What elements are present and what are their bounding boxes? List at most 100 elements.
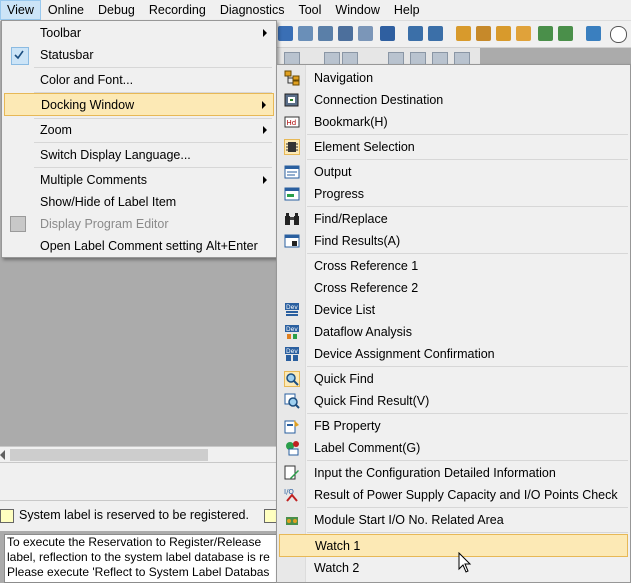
menu-diagnostics[interactable]: Diagnostics	[213, 0, 292, 20]
menu-item-label: Quick Find	[314, 372, 374, 386]
quick-find-result-icon	[284, 393, 300, 409]
submenu-arrow-icon	[263, 176, 267, 184]
toolbar-icon[interactable]	[428, 26, 443, 41]
menu-recording[interactable]: Recording	[142, 0, 213, 20]
menu-item-label: Output	[314, 165, 352, 179]
submenu-arrow-icon	[263, 29, 267, 37]
toolbar-icon[interactable]	[476, 26, 491, 41]
menu-separator	[307, 253, 628, 254]
menu-item-fb-property[interactable]: FB Property	[279, 415, 628, 437]
toolbar-icon[interactable]	[516, 26, 531, 41]
checkmark-icon	[11, 47, 29, 65]
toolbar-icon[interactable]	[586, 26, 601, 41]
menu-item-module-start-io[interactable]: Module Start I/O No. Related Area	[279, 509, 628, 531]
menu-item-toolbar[interactable]: Toolbar	[4, 22, 274, 44]
menu-item-cross-reference-2[interactable]: Cross Reference 2	[279, 277, 628, 299]
menu-item-find-results[interactable]: Find Results(A)	[279, 230, 628, 252]
svg-text:Dev: Dev	[286, 326, 298, 333]
menu-item-cross-reference-1[interactable]: Cross Reference 1	[279, 255, 628, 277]
menu-item-shortcut: Alt+Enter	[206, 239, 258, 253]
menu-item-label: Watch 1	[315, 539, 361, 553]
menu-item-label: Find/Replace	[314, 212, 388, 226]
menu-item-navigation[interactable]: Navigation	[279, 67, 628, 89]
output-icon	[284, 164, 300, 180]
menu-item-device-list[interactable]: Dev Device List	[279, 299, 628, 321]
menu-item-power-check[interactable]: I/O Result of Power Supply Capacity and …	[279, 484, 628, 506]
toolbar-icon[interactable]	[380, 26, 395, 41]
horizontal-scrollbar[interactable]	[0, 446, 276, 463]
menu-item-label: Zoom	[40, 123, 72, 137]
menu-item-quick-find[interactable]: Quick Find	[279, 368, 628, 390]
menu-tool[interactable]: Tool	[291, 0, 328, 20]
menu-item-label: Input the Configuration Detailed Informa…	[314, 466, 556, 480]
menu-item-watch-1[interactable]: Watch 1	[279, 534, 628, 557]
menu-online[interactable]: Online	[41, 0, 91, 20]
svg-text:Dev: Dev	[286, 304, 298, 311]
menu-view[interactable]: View	[0, 0, 41, 20]
binoculars-icon	[284, 211, 300, 227]
menu-item-label: Element Selection	[314, 140, 415, 154]
toolbar-icon[interactable]	[408, 26, 423, 41]
menu-item-label: Switch Display Language...	[40, 148, 191, 162]
toolbar-icon[interactable]	[538, 26, 553, 41]
menu-item-switch-language[interactable]: Switch Display Language...	[4, 144, 274, 166]
menu-item-config-input[interactable]: Input the Configuration Detailed Informa…	[279, 462, 628, 484]
toolbar-icon[interactable]	[496, 26, 511, 41]
menu-item-statusbar[interactable]: Statusbar	[4, 44, 274, 66]
connection-destination-icon	[284, 92, 300, 108]
scrollbar-thumb[interactable]	[10, 449, 208, 461]
info-message-box: To execute the Reservation to Register/R…	[4, 534, 278, 583]
label-comment-icon	[284, 440, 300, 456]
power-check-icon: I/O	[284, 487, 300, 503]
legend-bar: System label is reserved to be registere…	[0, 500, 278, 531]
menu-bar: View Online Debug Recording Diagnostics …	[0, 0, 631, 21]
menu-window[interactable]: Window	[328, 0, 386, 20]
menu-item-dataflow-analysis[interactable]: Dev Dataflow Analysis	[279, 321, 628, 343]
menu-item-label: Open Label Comment setting	[40, 239, 203, 253]
toolbar-icon[interactable]	[558, 26, 573, 41]
menu-item-device-assignment[interactable]: Dev Device Assignment Confirmation	[279, 343, 628, 365]
menu-item-label: Multiple Comments	[40, 173, 147, 187]
menu-item-label: Watch 2	[314, 561, 360, 575]
menu-item-display-program-editor: Display Program Editor	[4, 213, 274, 235]
svg-text:Hd: Hd	[287, 119, 297, 127]
info-line: Please execute 'Reflect to System Label …	[7, 565, 270, 579]
menu-separator	[307, 507, 628, 508]
menu-item-element-selection[interactable]: Element Selection	[279, 136, 628, 158]
menu-separator	[307, 206, 628, 207]
menu-item-zoom[interactable]: Zoom	[4, 119, 274, 141]
menu-item-label: Navigation	[314, 71, 374, 85]
menu-separator	[307, 532, 628, 533]
toolbar-icon[interactable]	[358, 26, 373, 41]
menu-separator	[307, 366, 628, 367]
menu-item-multiple-comments[interactable]: Multiple Comments	[4, 169, 274, 191]
menu-item-label: Module Start I/O No. Related Area	[314, 513, 504, 527]
menu-item-connection-destination[interactable]: Connection Destination	[279, 89, 628, 111]
menu-item-progress[interactable]: Progress	[279, 183, 628, 205]
menu-help[interactable]: Help	[387, 0, 427, 20]
zoom-icon[interactable]	[610, 26, 627, 43]
menu-item-label-comment[interactable]: Label Comment(G)	[279, 437, 628, 459]
dataflow-analysis-icon: Dev	[284, 324, 300, 340]
legend-text: System label is reserved to be registere…	[19, 508, 249, 522]
menu-item-watch-2[interactable]: Watch 2	[279, 557, 628, 579]
submenu-arrow-icon	[263, 126, 267, 134]
menu-item-output[interactable]: Output	[279, 161, 628, 183]
toolbar-icon[interactable]	[298, 26, 313, 41]
view-menu: Toolbar Statusbar Color and Font... Dock…	[1, 20, 277, 258]
menu-item-open-label-comment[interactable]: Open Label Comment setting Alt+Enter	[4, 235, 274, 257]
menu-item-show-hide-label[interactable]: Show/Hide of Label Item	[4, 191, 274, 213]
progress-icon	[284, 186, 300, 202]
menu-item-find-replace[interactable]: Find/Replace	[279, 208, 628, 230]
toolbar-icon[interactable]	[278, 26, 293, 41]
menu-debug[interactable]: Debug	[91, 0, 142, 20]
scroll-left-icon[interactable]	[0, 450, 5, 460]
toolbar-icon[interactable]	[456, 26, 471, 41]
toolbar-icon[interactable]	[338, 26, 353, 41]
menu-item-docking-window[interactable]: Docking Window	[4, 93, 274, 116]
menu-item-quick-find-result[interactable]: Quick Find Result(V)	[279, 390, 628, 412]
menu-item-bookmark[interactable]: Hd Bookmark(H)	[279, 111, 628, 133]
menu-item-color-font[interactable]: Color and Font...	[4, 69, 274, 91]
toolbar-icon[interactable]	[318, 26, 333, 41]
menu-item-label: Color and Font...	[40, 73, 134, 87]
